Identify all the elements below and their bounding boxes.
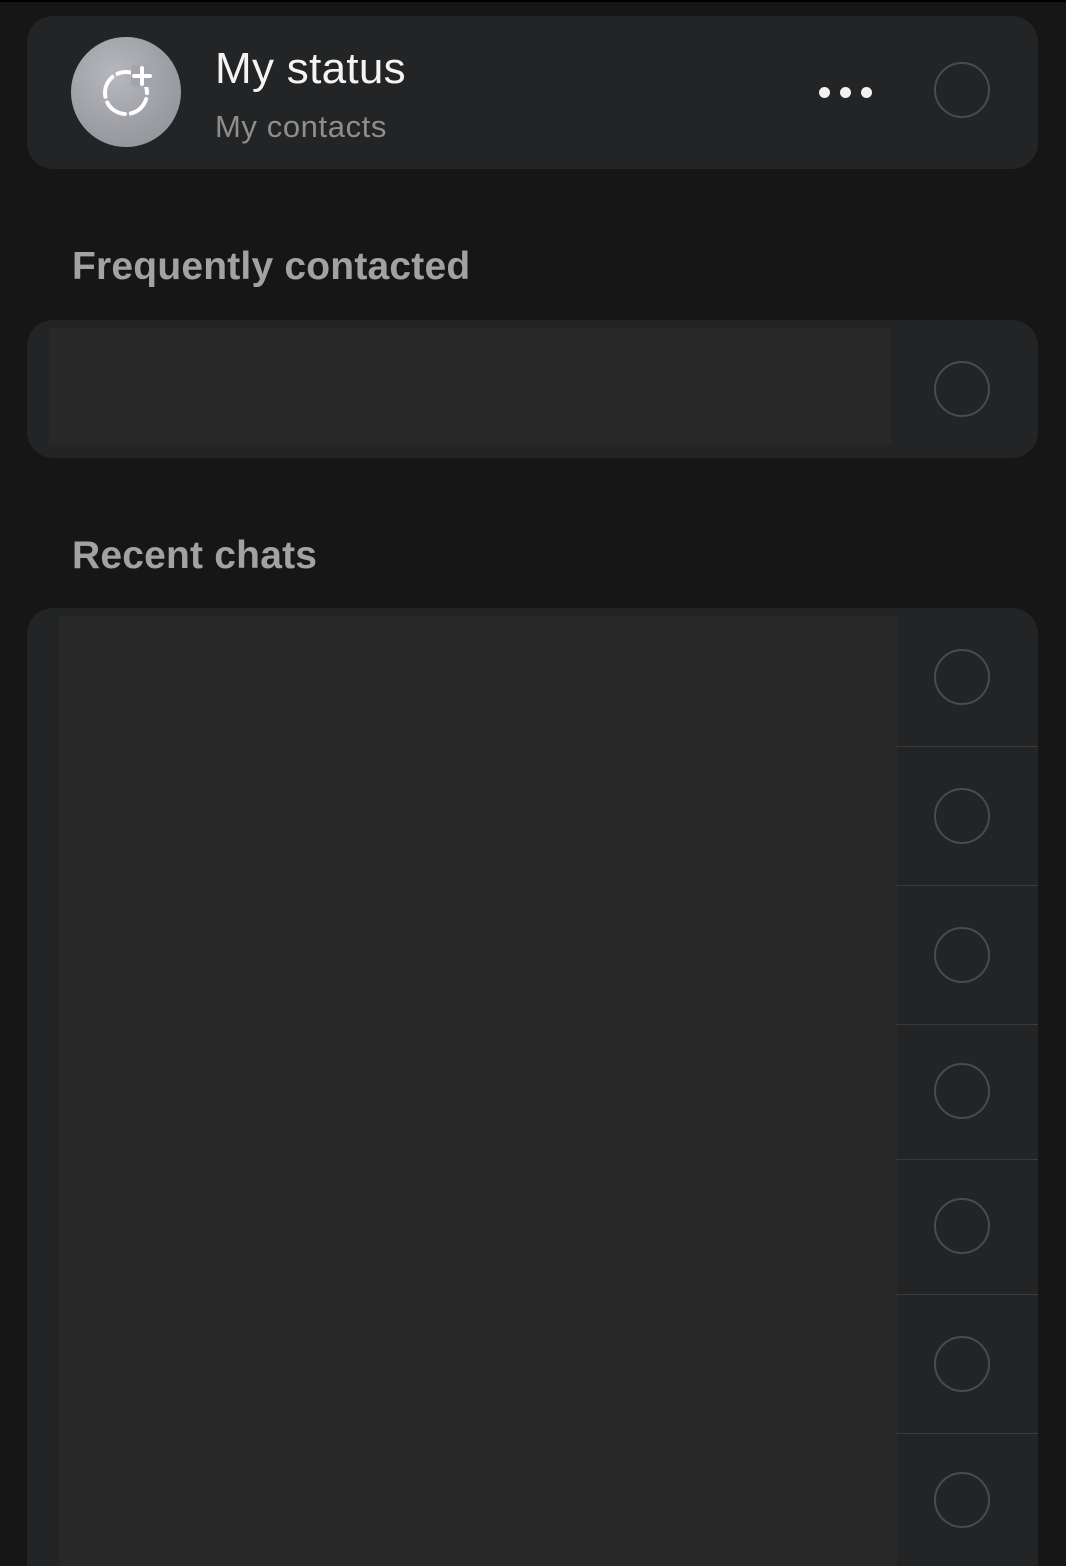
recent-chat-select-checkbox[interactable] — [934, 1336, 990, 1392]
recent-chat-select-checkbox[interactable] — [934, 1063, 990, 1119]
recent-chat-select-checkbox[interactable] — [934, 927, 990, 983]
top-edge — [0, 0, 1066, 2]
frequent-contact-placeholder[interactable] — [49, 328, 891, 445]
more-horizontal-icon — [819, 87, 830, 98]
recent-chats-list — [27, 608, 1038, 1566]
recent-chats-header: Recent chats — [72, 534, 318, 577]
my-status-row[interactable]: My status My contacts — [27, 16, 1038, 169]
status-avatar — [71, 37, 181, 147]
row-divider — [896, 1294, 1038, 1295]
row-divider — [896, 885, 1038, 886]
status-select-checkbox[interactable] — [934, 62, 990, 118]
more-options-button[interactable] — [809, 76, 879, 110]
status-add-icon — [103, 65, 153, 116]
status-title: My status — [215, 44, 406, 93]
frequently-contacted-header: Frequently contacted — [72, 245, 471, 288]
more-dot — [840, 87, 851, 98]
recent-chat-select-checkbox[interactable] — [934, 1472, 990, 1528]
row-divider — [896, 1433, 1038, 1434]
frequent-contacts-list — [27, 320, 1038, 458]
recent-chat-select-checkbox[interactable] — [934, 649, 990, 705]
row-divider — [896, 746, 1038, 747]
share-picker-screen: My status My contacts Frequently contact… — [0, 0, 1066, 1566]
more-dot — [861, 87, 872, 98]
row-divider — [896, 1024, 1038, 1025]
frequent-contact-select-checkbox[interactable] — [934, 361, 990, 417]
status-audience: My contacts — [215, 109, 387, 144]
recent-chat-select-checkbox[interactable] — [934, 1198, 990, 1254]
recent-chats-placeholder[interactable] — [59, 616, 897, 1566]
recent-chat-select-checkbox[interactable] — [934, 788, 990, 844]
row-divider — [896, 1159, 1038, 1160]
